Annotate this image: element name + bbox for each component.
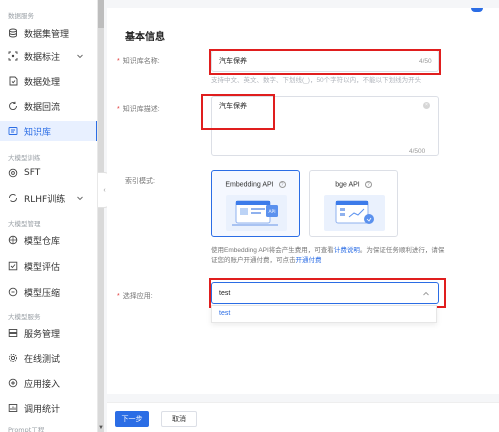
highlight-box-name <box>209 49 441 75</box>
compress-icon <box>8 287 18 297</box>
sidebar-scrollbar[interactable]: ▼ <box>98 0 104 432</box>
sidebar-item-data-annotation[interactable]: 数据标注 <box>0 46 97 66</box>
sidebar-group-data-service: 数据服务 <box>8 12 34 20</box>
index-option-label: Embedding API <box>225 181 274 189</box>
server-icon <box>8 328 18 338</box>
sidebar-item-call-stats[interactable]: 调用统计 <box>0 398 97 418</box>
sidebar-item-rlhf[interactable]: RLHF训练 <box>0 188 97 208</box>
index-option-bge-api[interactable]: bge API? <box>309 170 398 237</box>
sidebar-item-data-backflow[interactable]: 数据回流 <box>0 96 97 116</box>
sidebar-item-label: 数据回流 <box>24 102 61 113</box>
sidebar-group-llm-service: 大模型服务 <box>8 313 41 321</box>
sidebar: 数据服务 数据集管理 数据标注 数据处理 数据回流 知识库 大模型训练 SFT … <box>0 0 98 432</box>
sidebar-item-label: 模型评估 <box>24 262 61 273</box>
sidebar-item-service-mgmt[interactable]: 服务管理 <box>0 323 97 343</box>
stats-icon <box>8 403 18 413</box>
scroll-down-arrow-icon[interactable]: ▼ <box>98 424 104 432</box>
help-icon[interactable]: ? <box>364 181 372 188</box>
sidebar-item-dataset-mgmt[interactable]: 数据集管理 <box>0 23 97 43</box>
highlight-box-description <box>201 94 275 130</box>
sidebar-item-label: 应用接入 <box>24 379 61 390</box>
index-option-label: bge API <box>335 181 360 189</box>
book-icon <box>8 126 18 136</box>
sidebar-group-llm-training: 大模型训练 <box>8 154 41 162</box>
chevron-down-icon <box>77 54 83 59</box>
sidebar-item-label: 数据集管理 <box>24 29 70 40</box>
database-icon <box>8 28 18 38</box>
plug-icon <box>8 378 18 388</box>
step-indicator <box>471 8 483 12</box>
process-icon <box>8 76 18 86</box>
index-mode-label: 索引模式: <box>125 178 155 185</box>
refresh-icon <box>8 101 18 111</box>
clear-icon[interactable]: × <box>423 102 430 109</box>
billing-info-link[interactable]: 计费说明 <box>334 247 360 254</box>
index-option-embedding-api[interactable]: Embedding API? API <box>211 170 300 237</box>
index-mode-description: 使用Embedding API将会产生费用，可查看计费说明。为保证任务顺利进行，… <box>211 247 445 264</box>
sync-icon <box>8 193 18 203</box>
sidebar-item-model-eval[interactable]: 模型评估 <box>0 256 97 276</box>
sidebar-item-app-access[interactable]: 应用接入 <box>0 373 97 393</box>
section-title: 基本信息 <box>125 32 165 43</box>
application-dropdown-option[interactable]: test <box>211 305 437 323</box>
sidebar-item-label: 数据处理 <box>24 77 61 88</box>
annotation-icon <box>8 51 18 61</box>
checklist-icon <box>8 261 18 271</box>
target-icon <box>8 168 18 178</box>
sidebar-group-llm-management: 大模型管理 <box>8 220 41 228</box>
dropdown-option-label: test <box>219 310 231 317</box>
gear-icon <box>8 353 18 363</box>
sidebar-item-knowledge-base[interactable]: 知识库 <box>0 121 97 141</box>
description-label: * 知识库描述: <box>117 106 160 113</box>
name-label: * 知识库名称: <box>117 58 160 65</box>
sidebar-item-online-test[interactable]: 在线测试 <box>0 348 97 368</box>
scrollbar-thumb[interactable] <box>98 0 104 28</box>
sidebar-item-label: 知识库 <box>24 127 52 138</box>
enable-payment-link[interactable]: 开通付费 <box>296 257 322 264</box>
cube-icon <box>8 235 18 245</box>
chevron-left-icon: ‹ <box>103 186 106 194</box>
sidebar-item-model-compress[interactable]: 模型压缩 <box>0 282 97 302</box>
highlight-box-application <box>209 278 446 308</box>
sidebar-item-sft[interactable]: SFT <box>0 163 97 183</box>
sidebar-item-label: 在线测试 <box>24 354 61 365</box>
main-form-card: 基本信息 * 知识库名称: 汽车保养 4/50 支持中文、英文、数字、下划线(_)… <box>107 8 499 394</box>
sidebar-item-label: 数据标注 <box>24 52 61 63</box>
next-step-button[interactable]: 下一步 <box>115 411 149 427</box>
form-footer: 下一步 取消 <box>107 402 499 432</box>
sidebar-item-label: 调用统计 <box>24 404 61 415</box>
embedding-illustration: API <box>226 195 287 231</box>
sidebar-item-label: 模型压缩 <box>24 288 61 299</box>
sidebar-item-label: 模型仓库 <box>24 236 61 247</box>
bge-illustration <box>324 195 385 231</box>
name-hint: 支持中文、英文、数字、下划线(_)，50个字符以内，不能以下划线为开头 <box>211 77 422 84</box>
cancel-button[interactable]: 取消 <box>161 411 197 427</box>
chevron-down-icon <box>77 196 83 201</box>
sidebar-item-label: SFT <box>24 168 41 178</box>
help-icon[interactable]: ? <box>278 181 286 188</box>
sidebar-item-label: RLHF训练 <box>24 194 66 205</box>
description-counter: 4/500 <box>409 148 426 155</box>
sidebar-item-model-repo[interactable]: 模型仓库 <box>0 230 97 250</box>
sidebar-item-label: 服务管理 <box>24 329 61 340</box>
sidebar-group-prompt: Prompt工程 <box>8 426 45 432</box>
svg-text:API: API <box>268 209 275 215</box>
application-label: * 选择应用: <box>117 293 153 300</box>
sidebar-item-data-processing[interactable]: 数据处理 <box>0 71 97 91</box>
